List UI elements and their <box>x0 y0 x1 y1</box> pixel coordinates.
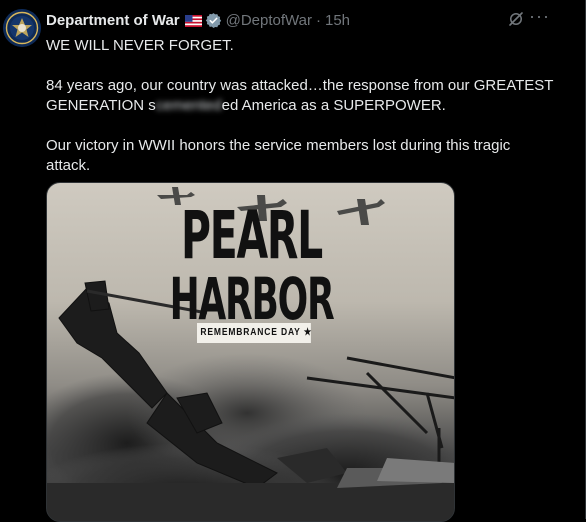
author-handle[interactable]: @DeptofWar <box>226 12 312 29</box>
grok-icon[interactable] <box>507 10 525 28</box>
text-fragment: ed America as a SUPERPOWER. <box>221 97 446 114</box>
artwork-subtitle: REMEMBRANCE DAY ★ <box>197 323 311 343</box>
tweet-image[interactable]: PEARL HARBOR REMEMBRANCE DAY ★ <box>46 182 455 522</box>
verified-badge-icon[interactable] <box>205 12 222 29</box>
text-line: Our victory in WWII honors the service m… <box>46 137 511 154</box>
separator-dot: · <box>316 11 321 29</box>
text-line: attack. <box>46 157 91 174</box>
department-seal-avatar[interactable] <box>3 9 41 47</box>
post-timestamp[interactable]: 15h <box>325 12 350 29</box>
artwork-title-line1: PEARL <box>180 197 323 274</box>
text-line: 84 years ago, our country was attacked…t… <box>46 77 554 94</box>
more-options-icon[interactable]: ··· <box>529 6 549 26</box>
us-flag-icon <box>184 14 202 27</box>
tweet-text: WE WILL NEVER FORGET. 84 years ago, our … <box>46 36 566 176</box>
tweet-header: Department of War @DeptofWar · 15h <box>46 10 545 30</box>
text-line: GENERATION scementeded America as a SUPE… <box>46 96 566 116</box>
obscured-word: cemented <box>155 97 222 114</box>
text-fragment: GENERATION s <box>46 97 156 114</box>
artwork-title-line2: HARBOR <box>169 265 335 333</box>
tweet[interactable]: Department of War @DeptofWar · 15h ··· W… <box>0 0 586 522</box>
author-name[interactable]: Department of War <box>46 12 180 29</box>
text-line: WE WILL NEVER FORGET. <box>46 37 234 54</box>
